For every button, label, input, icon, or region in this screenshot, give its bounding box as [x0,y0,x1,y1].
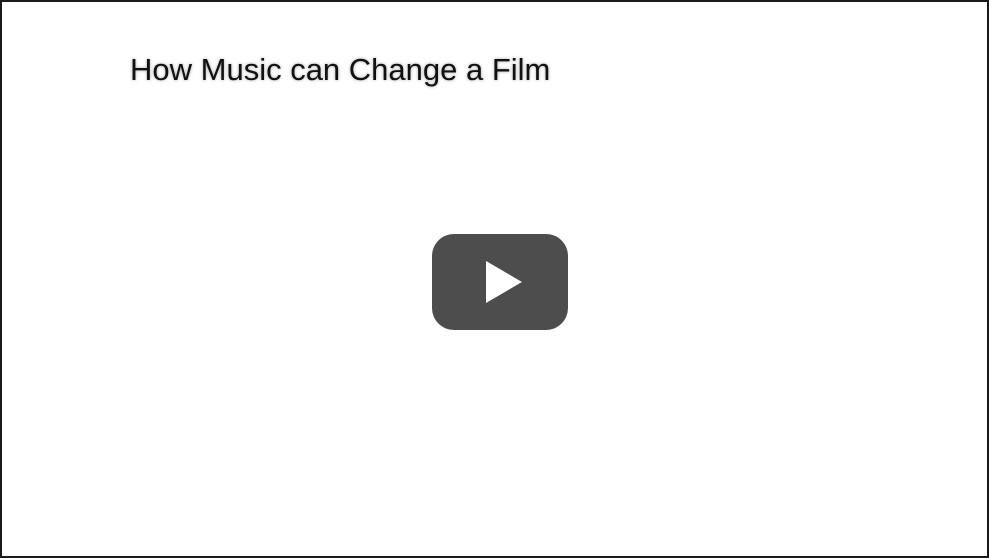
play-icon [432,234,568,330]
video-player[interactable]: How Music can Change a Film [0,0,989,558]
play-button[interactable] [430,232,570,332]
video-title[interactable]: How Music can Change a Film [130,52,550,88]
